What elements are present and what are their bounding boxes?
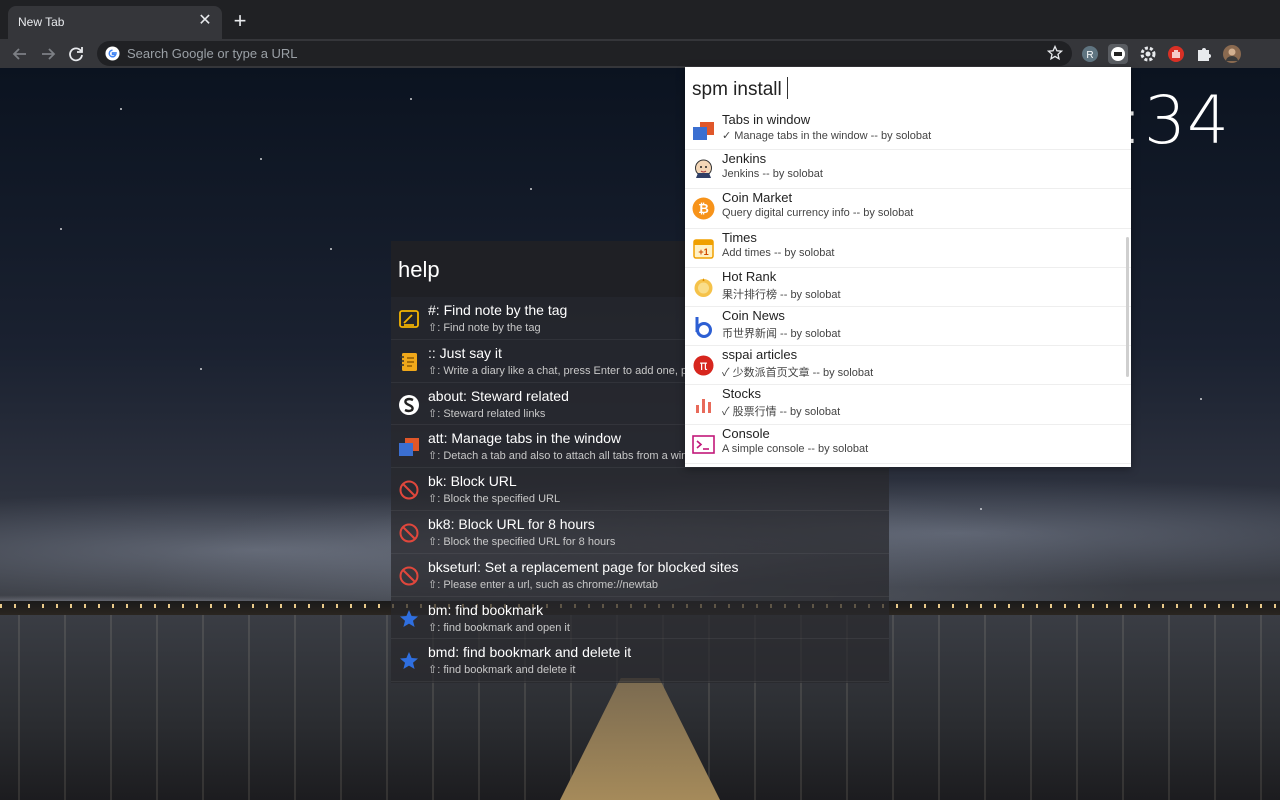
extension-r-icon[interactable]: R (1080, 44, 1100, 64)
omnibox[interactable]: Search Google or type a URL (97, 41, 1072, 66)
install-item-title: Tabs in window (722, 112, 811, 127)
bitcoin-icon: ₿ (692, 197, 715, 220)
install-item-title: Stocks (722, 386, 762, 402)
install-item-title: Jenkins (722, 151, 767, 167)
stocks-icon (696, 399, 711, 414)
help-item-title: att: Manage tabs in the window (428, 430, 622, 447)
block-icon (399, 523, 419, 543)
hand-stop-icon[interactable] (1166, 44, 1186, 64)
command-input-text: spm install (692, 79, 782, 100)
install-popup: spm install Tabs in window ✓ Manage tabs… (685, 67, 1131, 467)
install-item[interactable]: Jenkins Jenkins -- by solobat (685, 150, 1131, 190)
clock-time: :34 (1120, 82, 1230, 159)
install-item[interactable]: Coin News 币世界新闻 -- by solobat (685, 307, 1131, 347)
help-item-subtitle: ⇧: find bookmark and delete it (428, 664, 576, 677)
install-item[interactable]: Stocks ✓ 股票行情 -- by solobat (685, 385, 1131, 425)
console-icon (692, 434, 715, 454)
install-item-title: Times (722, 229, 757, 245)
help-item-title: :: Just say it (428, 344, 502, 361)
svg-text:₿: ₿ (698, 202, 709, 217)
install-item-subtitle: A simple console -- by solobat (722, 442, 869, 455)
tab-close-icon[interactable]: ✕ (196, 12, 214, 30)
help-item[interactable]: bmd: find bookmark and delete it ⇧: find… (391, 639, 889, 683)
gear-icon[interactable] (1138, 44, 1158, 64)
install-item-subtitle: 币世界新闻 -- by solobat (722, 327, 841, 340)
install-item[interactable]: +1 Times Add times -- by solobat (685, 229, 1131, 268)
install-item-subtitle: ✓ 少数派首页文章 -- by solobat (722, 367, 874, 380)
install-list: Tabs in window ✓ Manage tabs in the wind… (685, 111, 1131, 464)
help-item[interactable]: bm: find bookmark ⇧: find bookmark and o… (391, 597, 889, 640)
tab-title: New Tab (18, 15, 65, 29)
help-item-title: bk: Block URL (428, 473, 517, 490)
help-item-subtitle: ⇧: Please enter a url, such as chrome://… (428, 578, 658, 591)
command-input[interactable]: spm install (692, 77, 788, 103)
calendar-plus-icon: +1 (693, 238, 714, 259)
svg-text:+1: +1 (698, 247, 708, 257)
profile-avatar-icon[interactable] (1222, 44, 1242, 64)
tabs-icon (399, 438, 419, 457)
install-item-title: Coin Market (722, 190, 793, 206)
install-item-subtitle: ✓ Manage tabs in the window -- by soloba… (722, 130, 932, 142)
svg-text:R: R (1086, 50, 1093, 61)
help-item[interactable]: bkseturl: Set a replacement page for blo… (391, 554, 889, 597)
help-item-title: bmd: find bookmark and delete it (428, 644, 632, 661)
help-item-subtitle: ⇧: Block the specified URL for 8 hours (428, 535, 616, 548)
install-item[interactable]: Tabs in window ✓ Manage tabs in the wind… (685, 111, 1131, 151)
svg-text:π: π (700, 359, 708, 374)
star-icon (400, 609, 418, 627)
tab-strip: New Tab ✕ + (0, 0, 1280, 39)
install-item[interactable]: π sspai articles ✓ 少数派首页文章 -- by solobat (685, 346, 1131, 386)
back-arrow-icon[interactable] (9, 43, 31, 65)
steward-extension-icon[interactable] (1108, 44, 1128, 64)
puzzle-extensions-icon[interactable] (1194, 44, 1214, 64)
help-item-title: #: Find note by the tag (428, 302, 568, 318)
install-item-subtitle: Jenkins -- by solobat (722, 168, 823, 181)
help-item-subtitle: ⇧: Block the specified URL (428, 493, 561, 506)
toolbar: Search Google or type a URL R (0, 39, 1280, 68)
steward-logo-icon (399, 394, 419, 415)
help-item-title: about: Steward related (428, 387, 569, 404)
tab-new-tab[interactable]: New Tab ✕ (8, 6, 222, 39)
scrollbar-thumb[interactable] (1126, 237, 1129, 377)
sspai-icon: π (693, 355, 714, 376)
install-item-title: Console (722, 425, 770, 441)
reload-icon[interactable] (65, 43, 87, 65)
install-item-subtitle: 果汁排行榜 -- by solobat (722, 288, 841, 301)
block-icon (399, 480, 419, 500)
tabs-icon (693, 122, 714, 140)
install-item-title: sspai articles (722, 347, 798, 363)
help-item-title: bm: find bookmark (428, 601, 544, 618)
new-tab-button[interactable]: + (228, 9, 252, 33)
star-icon (400, 652, 418, 670)
block-icon (399, 566, 419, 586)
forward-arrow-icon[interactable] (37, 43, 59, 65)
bookmark-star-icon[interactable] (1047, 45, 1063, 61)
omnibox-placeholder: Search Google or type a URL (127, 46, 298, 61)
note-tag-icon (399, 310, 419, 328)
install-item[interactable]: Hot Rank 果汁排行榜 -- by solobat (685, 268, 1131, 307)
text-caret (786, 77, 788, 99)
google-g-icon (105, 46, 120, 61)
help-item-title: bkseturl: Set a replacement page for blo… (428, 558, 739, 575)
install-item-subtitle: Query digital currency info -- by soloba… (722, 207, 914, 220)
help-item[interactable]: bk: Block URL ⇧: Block the specified URL (391, 468, 889, 511)
install-item-subtitle: Add times -- by solobat (722, 246, 835, 259)
coin-news-icon (695, 316, 712, 338)
install-item-title: Coin News (722, 307, 785, 323)
help-item-subtitle: ⇧: find bookmark and open it (428, 621, 570, 634)
help-item[interactable]: bk8: Block URL for 8 hours ⇧: Block the … (391, 511, 889, 554)
install-item-subtitle: ✓ 股票行情 -- by solobat (722, 406, 841, 419)
install-item[interactable]: Console A simple console -- by solobat (685, 425, 1131, 464)
notebook-icon (400, 352, 417, 371)
hot-rank-icon (694, 277, 713, 297)
install-item[interactable]: ₿ Coin Market Query digital currency inf… (685, 189, 1131, 229)
install-item-title: Hot Rank (722, 268, 777, 284)
help-item-title: bk8: Block URL for 8 hours (428, 515, 595, 532)
jenkins-icon (695, 159, 712, 179)
